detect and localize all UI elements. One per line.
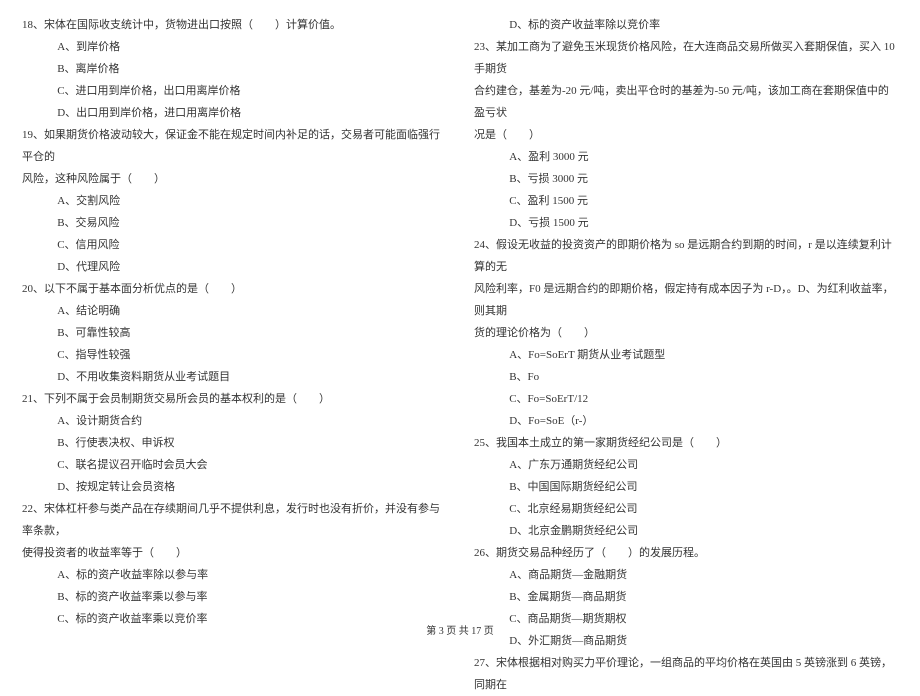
question-stem: 26、期货交易品种经历了（ ）的发展历程。 [474,542,898,564]
question-24: 24、假设无收益的投资资产的即期价格为 so 是远期合约到期的时间，r 是以连续… [474,234,898,432]
question-stem-cont: 货的理论价格为（ ） [474,322,898,344]
question-stem: 27、宋体根据相对购买力平价理论，一组商品的平均价格在英国由 5 英镑涨到 6 … [474,652,898,696]
options: A、到岸价格 B、离岸价格 C、进口用到岸价格，出口用离岸价格 D、出口用到岸价… [22,36,446,124]
option-d: D、外汇期货—商品期货 [509,630,898,652]
option-d: D、北京金鹏期货经纪公司 [509,520,898,542]
option-b: B、行使表决权、申诉权 [57,432,446,454]
question-20: 20、以下不属于基本面分析优点的是（ ） A、结论明确 B、可靠性较高 C、指导… [22,278,446,388]
option-a: A、交割风险 [57,190,446,212]
option-b: B、中国国际期货经纪公司 [509,476,898,498]
option-c: C、进口用到岸价格，出口用离岸价格 [57,80,446,102]
option-b: B、金属期货—商品期货 [509,586,898,608]
left-column: 18、宋体在国际收支统计中，货物进出口按照（ ）计算价值。 A、到岸价格 B、离… [22,14,446,604]
question-27: 27、宋体根据相对购买力平价理论，一组商品的平均价格在英国由 5 英镑涨到 6 … [474,652,898,696]
page-content: 18、宋体在国际收支统计中，货物进出口按照（ ）计算价值。 A、到岸价格 B、离… [22,14,898,604]
option-a: A、Fo=SoErT 期货从业考试题型 [509,344,898,366]
options: A、交割风险 B、交易风险 C、信用风险 D、代理风险 [22,190,446,278]
options: A、标的资产收益率除以参与率 B、标的资产收益率乘以参与率 C、标的资产收益率乘… [22,564,446,630]
question-stem: 19、如果期货价格波动较大，保证金不能在规定时间内补足的话，交易者可能面临强行平… [22,124,446,168]
options: A、结论明确 B、可靠性较高 C、指导性较强 D、不用收集资料期货从业考试题目 [22,300,446,388]
question-stem: 23、某加工商为了避免玉米现货价格风险，在大连商品交易所做买入套期保值，买入 1… [474,36,898,80]
option-a: A、商品期货—金融期货 [509,564,898,586]
question-stem-cont: 风险，这种风险属于（ ） [22,168,446,190]
option-c: C、信用风险 [57,234,446,256]
option-d: D、代理风险 [57,256,446,278]
question-stem: 18、宋体在国际收支统计中，货物进出口按照（ ）计算价值。 [22,14,446,36]
option-d: D、标的资产收益率除以竞价率 [509,14,898,36]
question-stem-cont: 使得投资者的收益率等于（ ） [22,542,446,564]
question-26: 26、期货交易品种经历了（ ）的发展历程。 A、商品期货—金融期货 B、金属期货… [474,542,898,652]
question-23: 23、某加工商为了避免玉米现货价格风险，在大连商品交易所做买入套期保值，买入 1… [474,36,898,234]
question-stem-cont: 风险利率，F0 是远期合约的即期价格，假定持有成本因子为 r-D，。D、为红利收… [474,278,898,322]
option-c: C、联名提议召开临时会员大会 [57,454,446,476]
question-22: 22、宋体杠杆参与类产品在存续期间几乎不提供利息，发行时也没有折价，并没有参与率… [22,498,446,630]
question-stem: 24、假设无收益的投资资产的即期价格为 so 是远期合约到期的时间，r 是以连续… [474,234,898,278]
question-21: 21、下列不属于会员制期货交易所会员的基本权利的是（ ） A、设计期货合约 B、… [22,388,446,498]
question-stem: 21、下列不属于会员制期货交易所会员的基本权利的是（ ） [22,388,446,410]
option-c: C、盈利 1500 元 [509,190,898,212]
option-d: D、不用收集资料期货从业考试题目 [57,366,446,388]
q22-option-d-cont: D、标的资产收益率除以竞价率 [474,14,898,36]
option-a: A、广东万通期货经纪公司 [509,454,898,476]
question-stem-cont: 况是（ ） [474,124,898,146]
option-a: A、结论明确 [57,300,446,322]
question-19: 19、如果期货价格波动较大，保证金不能在规定时间内补足的话，交易者可能面临强行平… [22,124,446,278]
option-b: B、Fo [509,366,898,388]
question-25: 25、我国本土成立的第一家期货经纪公司是（ ） A、广东万通期货经纪公司 B、中… [474,432,898,542]
options: A、设计期货合约 B、行使表决权、申诉权 C、联名提议召开临时会员大会 D、按规… [22,410,446,498]
option-c: C、标的资产收益率乘以竞价率 [57,608,446,630]
option-b: B、交易风险 [57,212,446,234]
option-a: A、盈利 3000 元 [509,146,898,168]
option-a: A、设计期货合约 [57,410,446,432]
options: A、Fo=SoErT 期货从业考试题型 B、Fo C、Fo=SoErT/12 D… [474,344,898,432]
question-stem: 20、以下不属于基本面分析优点的是（ ） [22,278,446,300]
option-b: B、离岸价格 [57,58,446,80]
options: A、广东万通期货经纪公司 B、中国国际期货经纪公司 C、北京经易期货经纪公司 D… [474,454,898,542]
option-d: D、出口用到岸价格，进口用离岸价格 [57,102,446,124]
option-a: A、到岸价格 [57,36,446,58]
question-stem: 25、我国本土成立的第一家期货经纪公司是（ ） [474,432,898,454]
option-c: C、Fo=SoErT/12 [509,388,898,410]
option-d: D、Fo=SoE（r-） [509,410,898,432]
option-d: D、亏损 1500 元 [509,212,898,234]
option-b: B、亏损 3000 元 [509,168,898,190]
option-c: C、商品期货—期货期权 [509,608,898,630]
options: A、商品期货—金融期货 B、金属期货—商品期货 C、商品期货—期货期权 D、外汇… [474,564,898,652]
options: A、盈利 3000 元 B、亏损 3000 元 C、盈利 1500 元 D、亏损… [474,146,898,234]
option-c: C、北京经易期货经纪公司 [509,498,898,520]
option-a: A、标的资产收益率除以参与率 [57,564,446,586]
question-18: 18、宋体在国际收支统计中，货物进出口按照（ ）计算价值。 A、到岸价格 B、离… [22,14,446,124]
option-b: B、可靠性较高 [57,322,446,344]
option-c: C、指导性较强 [57,344,446,366]
right-column: D、标的资产收益率除以竞价率 23、某加工商为了避免玉米现货价格风险，在大连商品… [474,14,898,604]
question-stem-cont: 合约建仓，基差为-20 元/吨，卖出平仓时的基差为-50 元/吨，该加工商在套期… [474,80,898,124]
option-b: B、标的资产收益率乘以参与率 [57,586,446,608]
option-d: D、按规定转让会员资格 [57,476,446,498]
question-stem: 22、宋体杠杆参与类产品在存续期间几乎不提供利息，发行时也没有折价，并没有参与率… [22,498,446,542]
